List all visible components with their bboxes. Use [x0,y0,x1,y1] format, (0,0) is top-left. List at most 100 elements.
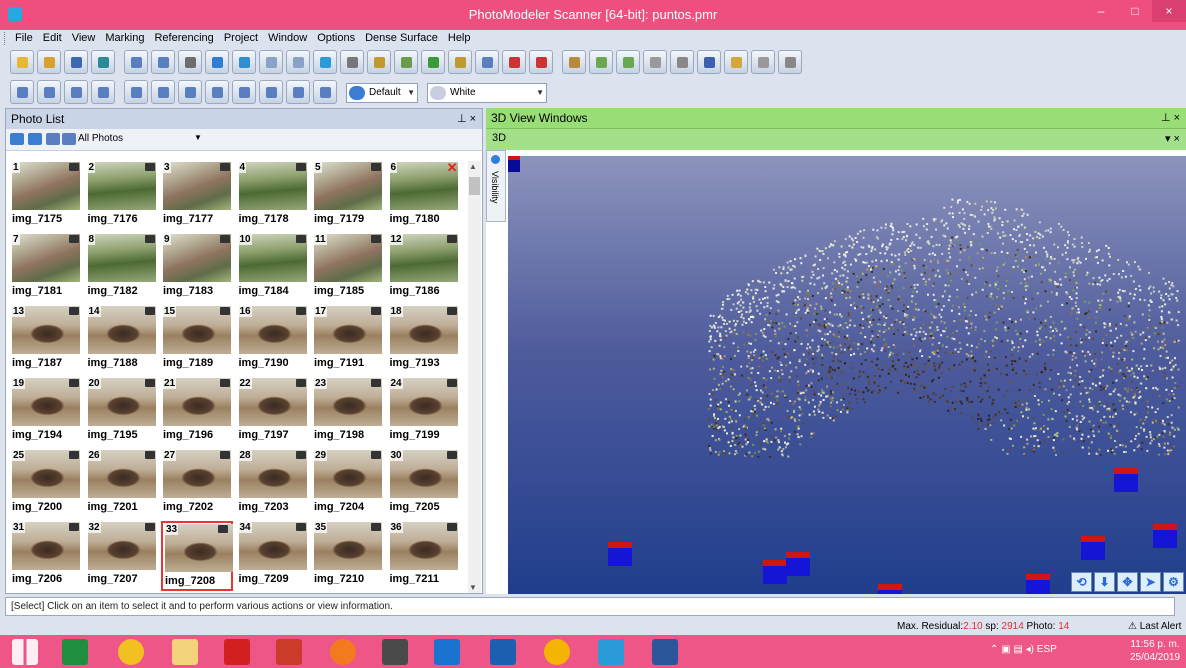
background-dropdown[interactable]: White ▼ [427,83,547,103]
acrobat-icon[interactable] [224,639,250,665]
view-table-icon[interactable] [64,80,88,104]
select-tool-icon[interactable] [124,50,148,74]
table-icon[interactable] [475,50,499,74]
photo-filter[interactable]: All Photos [78,133,123,144]
photo-thumbnail[interactable]: 4 img_7178 [237,161,309,231]
window-icon[interactable] [124,80,148,104]
photo-thumbnail[interactable]: 6 ✕ img_7180 [388,160,460,231]
fly-icon[interactable]: ➤ [1140,572,1161,592]
brush-icon[interactable] [562,50,586,74]
photo-thumbnail[interactable]: 13 img_7187 [10,305,82,375]
photo-thumbnail[interactable]: 18 img_7193 [388,305,460,375]
powerpoint-icon[interactable] [276,639,302,665]
grid-icon[interactable] [724,50,748,74]
reference-icon[interactable] [367,50,391,74]
photo-thumbnail[interactable]: 28 img_7203 [237,449,309,519]
language-indicator[interactable]: ESP [1037,644,1057,655]
measure-icon[interactable] [502,50,526,74]
photo-thumbnail[interactable]: 36 img_7211 [388,521,460,591]
menu-window[interactable]: Window [263,30,312,46]
view-toggle-2-icon[interactable] [28,133,42,145]
photo-thumbnail[interactable]: 11 img_7185 [312,233,384,303]
sheet-icon[interactable] [616,50,640,74]
photo-thumbnail[interactable]: 23 img_7198 [312,377,384,447]
window-split-icon[interactable] [151,80,175,104]
photo-thumbnail[interactable]: 34 img_7209 [237,521,309,591]
photo-thumbnail[interactable]: 19 img_7194 [10,377,82,447]
photo-thumbnail[interactable]: 2 img_7176 [86,161,158,231]
photo-thumbnail[interactable]: 29 img_7204 [312,449,384,519]
autocad-icon[interactable] [434,639,460,665]
photo-thumbnail[interactable]: 5 img_7179 [312,161,384,231]
photo-thumbnail[interactable]: 30 img_7205 [388,449,460,519]
photo-thumbnail[interactable]: 31 img_7206 [10,521,82,591]
visibility-tab[interactable]: Visibility [486,150,506,222]
multi-select-icon[interactable] [151,50,175,74]
menu-dense-surface[interactable]: Dense Surface [360,30,443,46]
3d-viewport[interactable]: ⟲ ⬇ ✥ ➤ ⚙ [508,156,1186,594]
menu-edit[interactable]: Edit [38,30,67,46]
settings-icon[interactable] [778,50,802,74]
tab-menu-close-icon[interactable]: ▾ × [1165,132,1180,145]
view-2d-icon[interactable] [37,80,61,104]
new-project-icon[interactable] [10,50,34,74]
pan-icon[interactable]: ✥ [1117,572,1138,592]
add-point-icon[interactable] [232,50,256,74]
target-mark-icon[interactable] [205,50,229,74]
photo-thumbnail[interactable]: 24 img_7199 [388,377,460,447]
color-scheme-dropdown[interactable]: Default ▼ [346,83,418,103]
photo-thumbnail[interactable]: 33 img_7208 [161,521,233,591]
photo-thumbnail[interactable]: 8 img_7182 [86,233,158,303]
save-icon[interactable] [64,50,88,74]
photo-thumbnail[interactable]: 35 img_7210 [312,521,384,591]
ruler-icon[interactable] [205,80,229,104]
window-tile-icon[interactable] [178,80,202,104]
firefox-icon[interactable] [330,639,356,665]
photo-thumbnail[interactable]: 20 img_7195 [86,377,158,447]
view-info-icon[interactable] [91,80,115,104]
minimize-button[interactable]: – [1084,0,1118,22]
vertical-scrollbar[interactable]: ▲ ▼ [468,161,481,593]
pin-close-icon[interactable]: ⊥ × [1161,111,1180,124]
report-icon[interactable] [751,50,775,74]
curve-tool-icon[interactable] [286,50,310,74]
scroll-down-icon[interactable]: ▼ [469,583,477,592]
photo-thumbnail[interactable]: 17 img_7191 [312,305,384,375]
dense-icon[interactable] [643,50,667,74]
zoom-fit-icon[interactable] [286,80,310,104]
photo-thumbnail[interactable]: 22 img_7197 [237,377,309,447]
photo-thumbnail[interactable]: 26 img_7201 [86,449,158,519]
chrome-icon[interactable] [118,639,144,665]
texture-icon[interactable] [589,50,613,74]
photo-thumbnail[interactable]: 25 img_7200 [10,449,82,519]
chevron-down-icon[interactable]: ▼ [194,133,202,142]
camera-icon[interactable] [62,133,76,145]
scroll-thumb[interactable] [469,177,480,195]
photo-thumbnail[interactable]: 1 img_7175 [10,161,82,231]
photo-thumbnail[interactable]: 14 img_7188 [86,305,158,375]
word-icon[interactable] [652,639,678,665]
clock[interactable]: 11:56 p. m. 25/04/2019 [1130,638,1180,664]
browser-icon[interactable] [544,639,570,665]
undo-icon[interactable] [91,50,115,74]
photo-thumbnail[interactable]: 15 img_7189 [161,305,233,375]
rotate-icon[interactable]: ⟲ [1071,572,1092,592]
app-icon[interactable] [382,639,408,665]
photo-thumbnail[interactable]: 3 img_7177 [161,161,233,231]
photo-thumbnail[interactable]: 16 img_7190 [237,305,309,375]
surface-tool-icon[interactable] [313,50,337,74]
start-icon[interactable] [12,639,38,665]
point-mark-icon[interactable] [178,50,202,74]
photo-thumbnail[interactable]: 32 img_7207 [86,521,158,591]
line-tool-icon[interactable] [259,50,283,74]
edge-tool-icon[interactable] [340,50,364,74]
close-button[interactable]: × [1152,0,1186,22]
file-explorer-icon[interactable] [172,639,198,665]
photo-thumbnail[interactable]: 10 img_7184 [237,233,309,303]
menu-project[interactable]: Project [219,30,263,46]
menu-marking[interactable]: Marking [100,30,149,46]
photo-thumbnail[interactable]: 9 img_7183 [161,233,233,303]
last-alert[interactable]: ⚠ Last Alert [1128,621,1181,632]
revit-icon[interactable] [490,639,516,665]
menu-file[interactable]: File [10,30,38,46]
